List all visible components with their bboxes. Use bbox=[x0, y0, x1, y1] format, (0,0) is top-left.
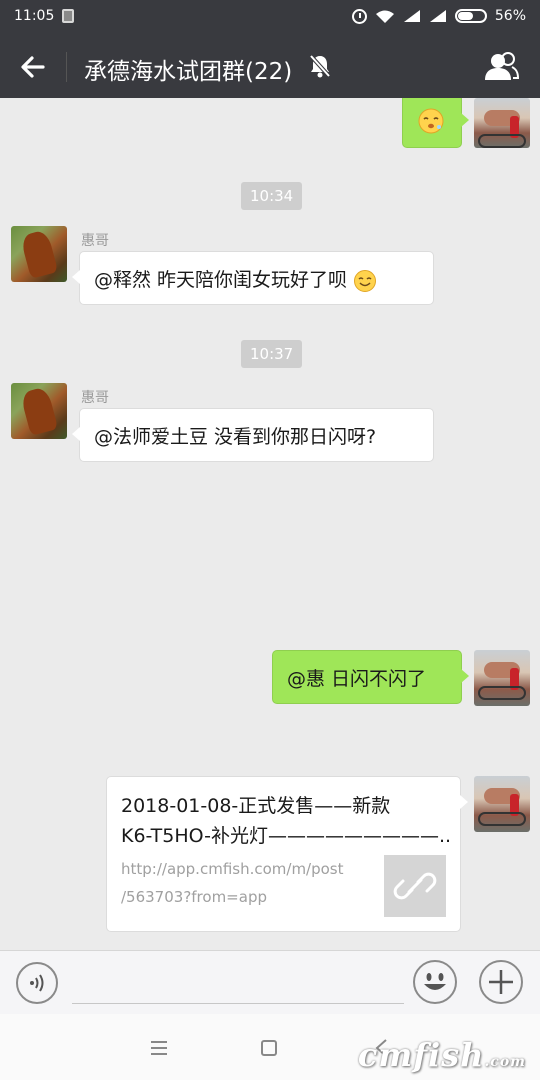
avatar-huige[interactable] bbox=[11, 226, 67, 282]
battery-fill bbox=[457, 12, 473, 20]
watermark-suffix: .com bbox=[484, 1054, 526, 1070]
avatar-huige[interactable] bbox=[11, 383, 67, 439]
message-bubble-other[interactable]: @法师爱土豆 没看到你那日闪呀? bbox=[72, 408, 434, 462]
alarm-icon bbox=[351, 8, 367, 24]
message-input[interactable] bbox=[72, 961, 404, 1003]
page-title: 承德海水试团群(22) bbox=[84, 59, 293, 85]
battery-icon bbox=[454, 9, 487, 23]
status-time: 11:05 bbox=[14, 8, 55, 24]
avatar-self[interactable] bbox=[474, 650, 530, 706]
sender-name: 惠哥 bbox=[81, 233, 109, 249]
signal-icon-2 bbox=[429, 9, 447, 23]
group-members-button[interactable] bbox=[482, 50, 520, 84]
timestamp: 10:37 bbox=[241, 340, 303, 368]
emoji-icon bbox=[424, 973, 446, 990]
message-bubble-self[interactable]: @惠 日闪不闪了 bbox=[272, 650, 469, 704]
sim-card-icon bbox=[62, 9, 74, 23]
watermark-logo: cmfish.com bbox=[358, 1036, 526, 1074]
smile-emoji bbox=[354, 269, 377, 292]
message-input-underline bbox=[72, 1003, 404, 1004]
link-title-line: K6-T5HO-补光灯—————————... bbox=[121, 825, 451, 847]
voice-button[interactable] bbox=[16, 962, 58, 1004]
status-bar: 11:05 56% bbox=[0, 0, 540, 34]
message-text: @法师爱土豆 没看到你那日闪呀? bbox=[94, 426, 377, 448]
watermark-main: cmfish bbox=[357, 1036, 485, 1074]
input-bar bbox=[0, 950, 540, 1014]
signal-icon bbox=[403, 9, 421, 23]
back-button[interactable] bbox=[16, 50, 50, 84]
message-text: @惠 日闪不闪了 bbox=[287, 668, 427, 690]
group-members-icon bbox=[485, 52, 520, 80]
message-text: @释然 昨天陪你闺女玩好了呗 bbox=[94, 269, 348, 291]
status-indicators: 56% bbox=[351, 8, 526, 24]
link-url-line: /563703?from=app bbox=[121, 888, 267, 906]
bell-off-icon bbox=[309, 54, 331, 78]
more-button[interactable] bbox=[479, 960, 523, 1004]
link-thumbnail bbox=[384, 855, 446, 917]
menu-icon[interactable] bbox=[150, 1040, 168, 1056]
voice-icon bbox=[30, 974, 44, 992]
arrow-left-icon bbox=[21, 56, 45, 78]
timestamp: 10:34 bbox=[241, 182, 303, 210]
system-nav-bar: cmfish.com bbox=[0, 1014, 540, 1080]
sleepy-face-emoji bbox=[418, 108, 444, 134]
link-title: 2018-01-08-正式发售——新款 K6-T5HO-补光灯—————————… bbox=[121, 791, 451, 851]
link-title-line: 2018-01-08-正式发售——新款 bbox=[121, 795, 391, 817]
chat-header: 承德海水试团群(22) bbox=[0, 34, 540, 98]
link-url: http://app.cmfish.com/m/post /563703?fro… bbox=[121, 855, 344, 911]
chat-messages[interactable]: 10:34 惠哥 @释然 昨天陪你闺女玩好了呗 10:37 惠哥 @法师爱土豆 … bbox=[0, 98, 540, 950]
sender-name: 惠哥 bbox=[81, 390, 109, 406]
wifi-icon bbox=[375, 9, 395, 24]
plus-icon bbox=[489, 970, 513, 994]
title-divider bbox=[66, 52, 67, 82]
message-bubble-self[interactable] bbox=[402, 98, 469, 148]
message-bubble-other[interactable]: @释然 昨天陪你闺女玩好了呗 bbox=[72, 251, 434, 305]
link-icon bbox=[393, 872, 437, 900]
avatar-self[interactable] bbox=[474, 776, 530, 832]
square-home-icon[interactable] bbox=[261, 1040, 277, 1056]
avatar-self[interactable] bbox=[474, 98, 530, 148]
emoji-button[interactable] bbox=[413, 960, 457, 1004]
battery-percent: 56% bbox=[494, 8, 526, 24]
link-url-line: http://app.cmfish.com/m/post bbox=[121, 860, 344, 878]
link-card-message[interactable]: 2018-01-08-正式发售——新款 K6-T5HO-补光灯—————————… bbox=[106, 776, 468, 932]
